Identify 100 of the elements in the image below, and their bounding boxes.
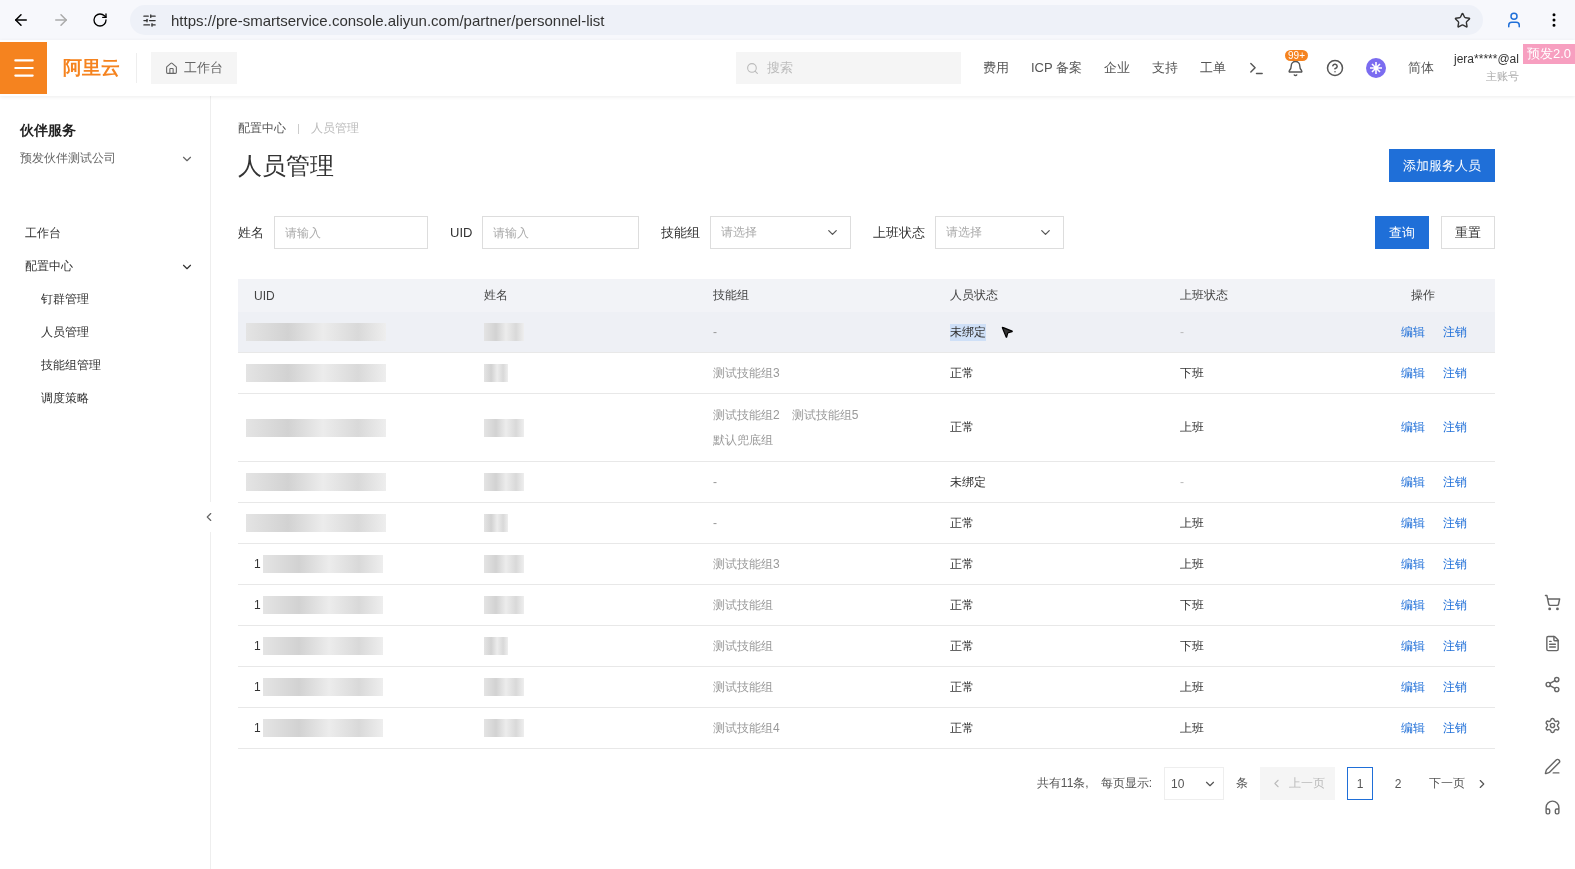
action-link[interactable]: 编辑 — [1401, 637, 1425, 655]
column-header: 上班状态 — [1179, 287, 1229, 304]
document-icon[interactable] — [1544, 635, 1561, 652]
skill-group: 测试技能组 — [713, 637, 773, 655]
skill-group: 测试技能组2 — [713, 406, 780, 424]
shift-cell-text: 上班 — [1179, 555, 1205, 573]
action-link[interactable]: 注销 — [1443, 514, 1467, 532]
settings-icon[interactable] — [1544, 717, 1561, 734]
language-link[interactable]: 简体 — [1408, 59, 1435, 77]
pen-icon[interactable] — [1544, 758, 1561, 775]
action-link[interactable]: 编辑 — [1401, 678, 1425, 696]
action-link[interactable]: 编辑 — [1401, 323, 1425, 341]
share-icon[interactable] — [1544, 676, 1561, 693]
page-button[interactable]: 1 — [1347, 767, 1373, 800]
address-bar[interactable]: https://pre-smartservice.console.aliyun.com/partner/personnel-list — [130, 5, 1483, 35]
skill-group: 测试技能组3 — [713, 555, 780, 573]
uid-cell: 1 — [254, 721, 261, 735]
filter-label: 姓名 — [238, 223, 264, 242]
account-name[interactable]: jera*****@al — [1454, 52, 1519, 66]
input-field[interactable]: 请输入 — [274, 216, 428, 249]
action-link[interactable]: 注销 — [1443, 419, 1467, 436]
nav-link[interactable]: 工单 — [1200, 59, 1227, 77]
redacted-name — [484, 596, 524, 614]
action-link[interactable]: 注销 — [1443, 719, 1467, 737]
sidebar-subitem[interactable]: 人员管理 — [20, 316, 194, 349]
column-header: 姓名 — [483, 287, 509, 304]
filter-label: UID — [450, 225, 473, 240]
status-cell: 正常 — [950, 364, 974, 382]
add-button[interactable]: 添加服务人员 — [1389, 149, 1495, 182]
logo: 阿里云 — [47, 53, 137, 83]
page-size-select[interactable]: 10 — [1164, 767, 1224, 800]
bell-icon[interactable] — [1287, 59, 1305, 77]
redacted-name — [484, 555, 524, 573]
status-cell: 正常 — [950, 555, 974, 573]
redacted-name — [484, 323, 524, 341]
reload-icon[interactable] — [92, 12, 108, 28]
action-link[interactable]: 注销 — [1443, 555, 1467, 573]
cart-icon[interactable] — [1544, 594, 1561, 611]
action-link[interactable]: 注销 — [1443, 637, 1467, 655]
column-header: 操作 — [1411, 287, 1436, 304]
column-header: 技能组 — [712, 287, 750, 304]
action-link[interactable]: 注销 — [1443, 364, 1467, 382]
menu-button[interactable] — [0, 42, 47, 94]
redacted-name — [484, 514, 508, 532]
shift-cell-text: 上班 — [1179, 419, 1205, 436]
action-link[interactable]: 编辑 — [1401, 514, 1425, 532]
uid-cell: 1 — [254, 557, 261, 571]
status-cell: 正常 — [950, 596, 974, 614]
sidebar-subitem[interactable]: 钉群管理 — [20, 283, 194, 316]
status-cell: 正常 — [950, 514, 974, 532]
action-link[interactable]: 注销 — [1443, 323, 1467, 341]
query-button[interactable]: 查询 — [1375, 216, 1429, 249]
help-icon[interactable] — [1326, 59, 1345, 77]
reset-button[interactable]: 重置 — [1441, 216, 1495, 249]
next-page-button[interactable]: 下一页 — [1423, 774, 1495, 793]
profile-icon[interactable] — [1505, 11, 1523, 29]
shift-cell-text: 下班 — [1179, 364, 1205, 382]
action-link[interactable]: 编辑 — [1401, 555, 1425, 573]
status-cell: 未绑定 — [950, 323, 986, 341]
nav-link[interactable]: 企业 — [1104, 59, 1131, 77]
back-icon[interactable] — [12, 11, 30, 29]
search-icon — [745, 61, 759, 75]
action-link[interactable]: 编辑 — [1401, 364, 1425, 382]
action-link[interactable]: 编辑 — [1401, 419, 1425, 436]
action-link[interactable]: 编辑 — [1401, 719, 1425, 737]
company-select[interactable]: 预发伙伴测试公司 — [20, 150, 194, 167]
workbench-button[interactable]: 工作台 — [151, 52, 237, 84]
sidebar-item[interactable]: 配置中心 — [20, 250, 194, 283]
redacted-name — [484, 719, 524, 737]
action-link[interactable]: 注销 — [1443, 596, 1467, 614]
status-cell: 未绑定 — [950, 473, 986, 491]
skill-group: - — [713, 325, 717, 339]
skill-group: - — [713, 516, 717, 530]
action-link[interactable]: 注销 — [1443, 678, 1467, 696]
breadcrumb-item[interactable]: 配置中心 — [238, 120, 286, 137]
total-count: 共有11条, — [1036, 775, 1089, 792]
page-size-label: 每页显示: — [1100, 775, 1152, 792]
status-cell: 正常 — [950, 719, 974, 737]
action-link[interactable]: 注销 — [1443, 473, 1467, 491]
url-text: https://pre-smartservice.console.aliyun.com/partner/personnel-list — [171, 11, 605, 29]
skill-group: 默认兜底组 — [713, 431, 773, 449]
uid-cell: 1 — [254, 680, 261, 694]
assistant-icon[interactable] — [1366, 58, 1387, 78]
nav-link[interactable]: 费用 — [982, 59, 1009, 77]
bookmark-icon[interactable] — [1454, 11, 1471, 29]
page-title: 人员管理 — [238, 150, 334, 181]
shift-cell-text: - — [1179, 475, 1185, 489]
skill-group: 测试技能组 — [713, 596, 773, 614]
action-link[interactable]: 编辑 — [1401, 596, 1425, 614]
action-link[interactable]: 编辑 — [1401, 473, 1425, 491]
nav-link[interactable]: ICP 备案 — [1030, 59, 1083, 77]
sidebar-subitem[interactable]: 技能组管理 — [20, 349, 194, 382]
headset-icon[interactable] — [1544, 799, 1561, 816]
uid-cell: 1 — [254, 598, 261, 612]
redacted-name — [484, 364, 508, 382]
sidebar-subitem[interactable]: 调度策略 — [20, 382, 194, 415]
sidebar-item[interactable]: 工作台 — [20, 217, 194, 250]
input-field[interactable]: 请输入 — [482, 216, 640, 249]
nav-link[interactable]: 支持 — [1152, 59, 1179, 77]
sidebar-title: 伙伴服务 — [20, 122, 77, 140]
